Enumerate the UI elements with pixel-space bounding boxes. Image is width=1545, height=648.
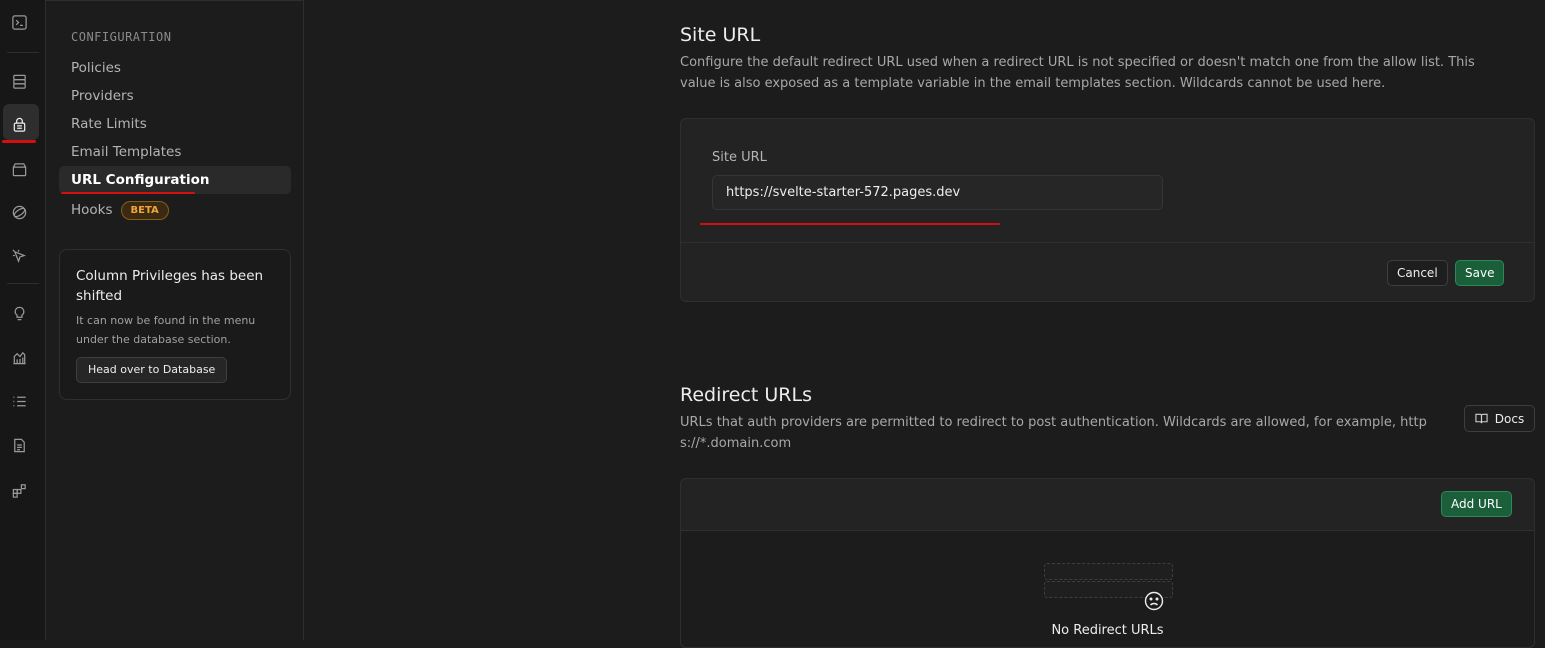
redirect-urls-description: URLs that auth providers are permitted t… bbox=[680, 415, 1427, 451]
beta-badge: BETA bbox=[120, 200, 169, 220]
head-over-to-database-button[interactable]: Head over to Database bbox=[76, 357, 228, 383]
cursor-icon[interactable] bbox=[9, 246, 29, 266]
sidebar-item-email-templates[interactable]: Email Templates bbox=[59, 138, 291, 166]
sidebar-item-label: Email Templates bbox=[71, 144, 182, 160]
site-url-description: Configure the default redirect URL used … bbox=[680, 55, 1475, 91]
lightbulb-icon[interactable] bbox=[9, 303, 29, 323]
site-url-panel: Site URL https://svelte-starter-572.page… bbox=[680, 118, 1535, 302]
docs-icon[interactable] bbox=[9, 435, 29, 455]
notice-body: It can now be found in the menu under th… bbox=[76, 314, 256, 346]
integrations-icon[interactable] bbox=[9, 480, 29, 500]
sidebar-item-policies[interactable]: Policies bbox=[59, 54, 291, 82]
logs-list-icon[interactable] bbox=[9, 391, 29, 411]
docs-button[interactable]: Docs bbox=[1464, 405, 1535, 432]
site-url-field-label: Site URL bbox=[712, 150, 767, 165]
section-title: CONFIGURATION bbox=[71, 30, 172, 44]
sidebar-item-providers[interactable]: Providers bbox=[59, 82, 291, 110]
annotation-underline bbox=[61, 192, 195, 194]
empty-state-text: No Redirect URLs bbox=[1051, 623, 1164, 638]
icon-rail bbox=[0, 0, 46, 640]
column-privileges-notice: Column Privileges has been shifted It ca… bbox=[59, 249, 291, 400]
storage-icon[interactable] bbox=[9, 159, 29, 179]
auth-lock-icon[interactable] bbox=[9, 114, 29, 134]
sidebar-item-url-configuration[interactable]: URL Configuration bbox=[59, 166, 291, 194]
notice-title: Column Privileges has been shifted bbox=[76, 268, 264, 304]
rail-divider bbox=[7, 52, 39, 53]
add-url-button[interactable]: Add URL bbox=[1441, 491, 1512, 517]
save-button[interactable]: Save bbox=[1455, 260, 1505, 286]
sidebar-item-label: Providers bbox=[71, 88, 134, 104]
rail-divider bbox=[7, 283, 39, 284]
sidebar-item-label: URL Configuration bbox=[71, 172, 210, 188]
empty-state: No Redirect URLs bbox=[681, 531, 1534, 647]
docs-label: Docs bbox=[1494, 411, 1525, 426]
main-content: Site URL Configure the default redirect … bbox=[304, 0, 1545, 648]
sidebar-item-label: Hooks bbox=[71, 202, 113, 218]
reports-icon[interactable] bbox=[9, 347, 29, 367]
site-url-title: Site URL bbox=[680, 24, 761, 46]
panel-divider bbox=[681, 242, 1534, 243]
database-icon[interactable] bbox=[9, 71, 29, 91]
cancel-button[interactable]: Cancel bbox=[1387, 260, 1448, 286]
terminal-icon[interactable] bbox=[9, 12, 29, 32]
realtime-icon[interactable] bbox=[9, 202, 29, 222]
redirect-urls-panel: Add URL No Redirect URLs bbox=[680, 478, 1535, 648]
sidebar-item-label: Rate Limits bbox=[71, 116, 147, 132]
site-url-input[interactable]: https://svelte-starter-572.pages.dev bbox=[712, 175, 1163, 210]
sidebar-item-label: Policies bbox=[71, 60, 121, 76]
sidebar-item-rate-limits[interactable]: Rate Limits bbox=[59, 110, 291, 138]
annotation-underline bbox=[700, 223, 1000, 225]
sidebar-item-hooks[interactable]: Hooks BETA bbox=[59, 196, 291, 224]
redirect-urls-title: Redirect URLs bbox=[680, 384, 812, 406]
sad-face-icon bbox=[1144, 591, 1164, 611]
book-icon bbox=[1475, 413, 1488, 424]
placeholder-row bbox=[1044, 563, 1173, 580]
annotation-mark bbox=[2, 140, 36, 143]
sidebar-top-border bbox=[46, 0, 304, 1]
auth-sidebar: CONFIGURATION Policies Providers Rate Li… bbox=[46, 0, 304, 640]
